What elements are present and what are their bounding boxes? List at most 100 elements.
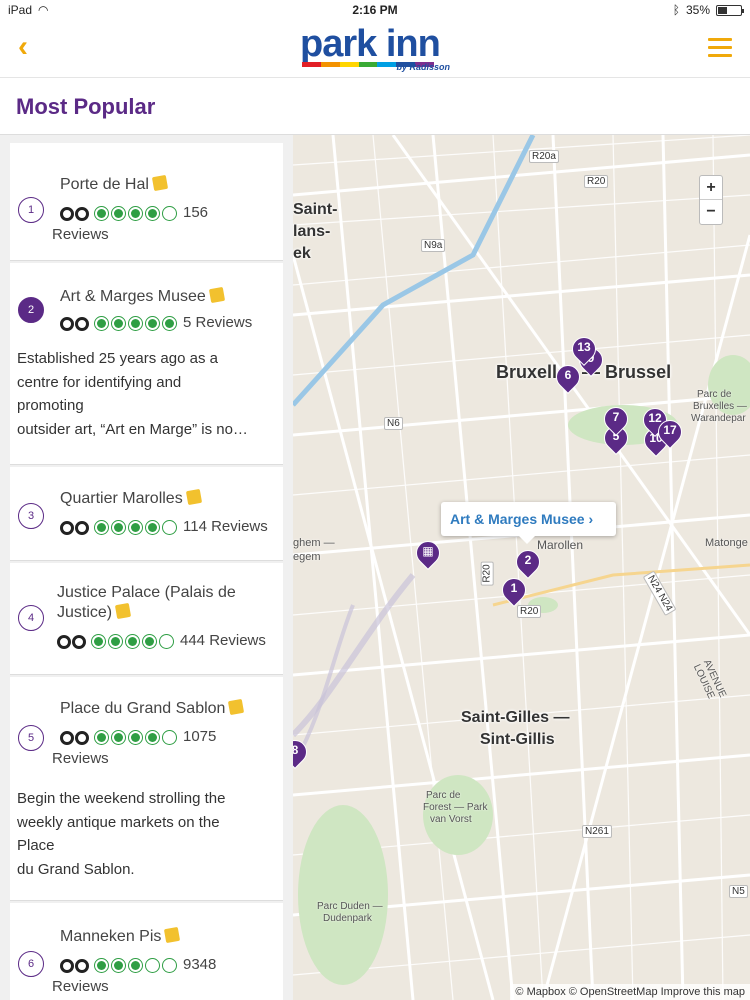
rating-bubble [128,729,143,745]
map-label-parc-forest: Parc de [426,790,461,801]
status-bar: iPad ◠ 2:16 PM ᛒ 35% [0,0,750,20]
logo-color-segment [377,62,397,67]
road-label-n261: N261 [582,825,612,838]
road-label-n9a: N9a [421,239,446,252]
list-item[interactable]: 1 Porte de Hal 156 Reviews [10,143,283,261]
battery-icon [716,4,744,16]
park-inn-logo: park inn by Radisson [300,23,450,72]
rating-bubble [111,957,126,973]
review-count: 1075 [183,728,217,745]
ticket-icon [151,174,169,192]
map-label-matonge: Matonge [705,537,748,549]
review-count: 444 Reviews [180,632,266,649]
rating-row: 1075 [60,727,216,747]
map-view[interactable]: + − Bruxelles — Brussel Saint-Gilles — S… [293,135,750,1000]
hamburger-menu-icon[interactable] [708,38,732,58]
status-time: 2:16 PM [352,3,398,17]
logo-color-segment [302,62,321,67]
map-pin[interactable]: 6 [551,360,585,395]
map-label-saint-josse: Saint- [293,201,338,218]
zoom-out-button[interactable]: − [700,200,722,224]
rating-bubble [94,205,109,221]
ticket-icon [185,488,202,506]
list-item[interactable]: 4 Justice Palace (Palais de Justice) 444… [10,563,283,675]
rating-bubble [94,729,109,745]
list-number-badge: 6 [18,951,44,977]
map-popup-art-marges[interactable]: Art & Marges Musee › [441,502,616,544]
rating-bubble [111,315,126,331]
map-pin[interactable]: 1 [497,573,531,608]
rating-bubble [125,633,140,649]
rating-bubble [159,633,174,649]
list-item[interactable]: 5 Place du Grand Sablon 1075 Reviews Beg… [10,677,283,901]
back-button[interactable]: ‹ [18,32,28,62]
map-pin[interactable]: 17 [653,415,687,450]
rating-bubble [128,519,143,535]
wifi-icon: ◠ [38,3,49,17]
map-label-parc-forest-2: Forest — Park [423,802,488,813]
tripadvisor-owl-icon [60,957,92,973]
map-label-sint-gillis: Sint-Gillis [480,731,555,748]
rating-bubble [111,519,126,535]
rating-bubble [145,205,160,221]
ticket-icon [164,926,181,944]
logo-text: park inn [300,23,441,65]
rating-bubble [128,315,143,331]
road-label-r20a: R20a [529,150,559,163]
ticket-icon [115,602,132,620]
map-pin[interactable]: 8 [293,735,312,770]
attraction-title: Place du Grand Sablon [60,698,275,719]
rating-bubble [128,957,143,973]
rating-bubble [111,729,126,745]
section-header: Most Popular [0,79,750,135]
review-label: Reviews [52,978,109,995]
map-attribution[interactable]: © Mapbox © OpenStreetMap Improve this ma… [510,984,750,1000]
tripadvisor-owl-icon [60,729,92,745]
map-label-parc-duden-2: Dudenpark [323,913,372,924]
ticket-icon [208,286,225,304]
logo-color-segment [339,62,359,67]
road-label-r20-top: R20 [584,175,609,188]
attraction-list[interactable]: 1 Porte de Hal 156 Reviews 2 Art & Marge… [0,135,293,1000]
rating-bubble [145,519,160,535]
rating-row: 5 Reviews [60,313,252,333]
attraction-title: Manneken Pis [60,926,275,947]
rating-bubble [94,519,109,535]
tripadvisor-owl-icon [60,205,92,221]
review-count: 114 Reviews [183,518,268,535]
tripadvisor-owl-icon [57,633,89,649]
rating-bubble [94,315,109,331]
ticket-icon [228,698,245,716]
review-label: Reviews [52,226,109,243]
list-number-badge: 1 [18,197,44,223]
map-pin[interactable]: 7 [599,402,633,437]
rating-bubble [94,957,109,973]
hotel-map-pin[interactable]: ▦ [411,536,445,571]
map-label-anderlecht: ghem — [293,537,335,549]
logo-color-segment [320,62,340,67]
attraction-title: Quartier Marolles [60,488,275,509]
road-label-n6: N6 [384,417,403,430]
tripadvisor-owl-icon [60,519,92,535]
map-pin[interactable]: 13 [567,332,601,367]
attraction-description: Begin the weekend strolling the weekly an… [17,790,226,878]
attraction-title: Justice Palace (Palais de Justice) [57,584,236,621]
review-count: 9348 [183,956,217,973]
rating-bubble [145,957,160,973]
map-label-saint-gilles: Saint-Gilles — [461,709,570,726]
list-item[interactable]: 3 Quartier Marolles 114 Reviews [10,467,283,561]
rating-bubble [162,519,177,535]
road-label-n5: N5 [729,885,748,898]
tripadvisor-owl-icon [60,315,92,331]
review-count: 5 Reviews [183,314,253,331]
rating-bubble [162,205,177,221]
list-item[interactable]: 6 Manneken Pis 9348 Reviews [10,903,283,1000]
map-pin[interactable]: 2 [511,545,545,580]
map-label-marollen: Marollen [537,538,584,552]
map-label-anderlecht-2: egem [293,551,321,563]
list-number-badge: 2 [18,297,44,323]
review-label: Reviews [52,750,109,767]
road-label-r20-vertical: R20 [480,561,494,586]
zoom-in-button[interactable]: + [700,176,722,200]
list-item[interactable]: 2 Art & Marges Musee 5 Reviews Establish… [10,263,283,465]
